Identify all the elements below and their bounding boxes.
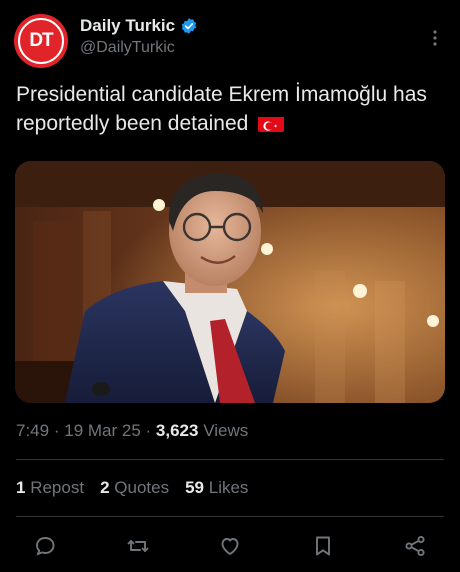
- likes-stat[interactable]: 59 Likes: [185, 478, 248, 498]
- tweet-text: Presidential candidate Ekrem İmamoğlu ha…: [16, 80, 446, 138]
- tweet-date[interactable]: 19 Mar 25: [64, 421, 141, 440]
- tweet-header: DT Daily Turkic @DailyTurkic: [14, 14, 446, 70]
- handle[interactable]: @DailyTurkic: [80, 39, 198, 57]
- tweet-meta: 7:49 · 19 Mar 25 · 3,623 Views: [16, 421, 248, 441]
- separator: ·: [53, 421, 60, 440]
- avatar-text: DT: [18, 18, 64, 64]
- views-label: Views: [203, 421, 249, 440]
- more-options-icon[interactable]: [426, 26, 444, 50]
- avatar[interactable]: DT: [14, 14, 68, 68]
- turkey-flag-icon: [258, 114, 285, 132]
- author-names: Daily Turkic @DailyTurkic: [80, 16, 198, 57]
- divider: [16, 459, 444, 460]
- tweet-time[interactable]: 7:49: [16, 421, 49, 440]
- views-count: 3,623: [155, 421, 199, 440]
- tweet-photo[interactable]: [15, 161, 445, 403]
- share-icon[interactable]: [402, 533, 428, 559]
- engagement-stats: 1 Repost 2 Quotes 59 Likes: [16, 478, 248, 498]
- bookmark-icon[interactable]: [310, 533, 336, 559]
- divider: [16, 516, 444, 517]
- display-name-row[interactable]: Daily Turkic: [80, 16, 198, 36]
- quotes-stat[interactable]: 2 Quotes: [100, 478, 169, 498]
- like-icon[interactable]: [217, 533, 243, 559]
- display-name[interactable]: Daily Turkic: [80, 16, 175, 36]
- action-bar: [16, 530, 444, 562]
- verified-badge-icon: [182, 18, 197, 34]
- reply-icon[interactable]: [32, 533, 58, 559]
- repost-icon[interactable]: [125, 533, 151, 559]
- separator: ·: [145, 421, 152, 440]
- reposts-stat[interactable]: 1 Repost: [16, 478, 84, 498]
- tweet-body: Presidential candidate Ekrem İmamoğlu ha…: [16, 83, 427, 135]
